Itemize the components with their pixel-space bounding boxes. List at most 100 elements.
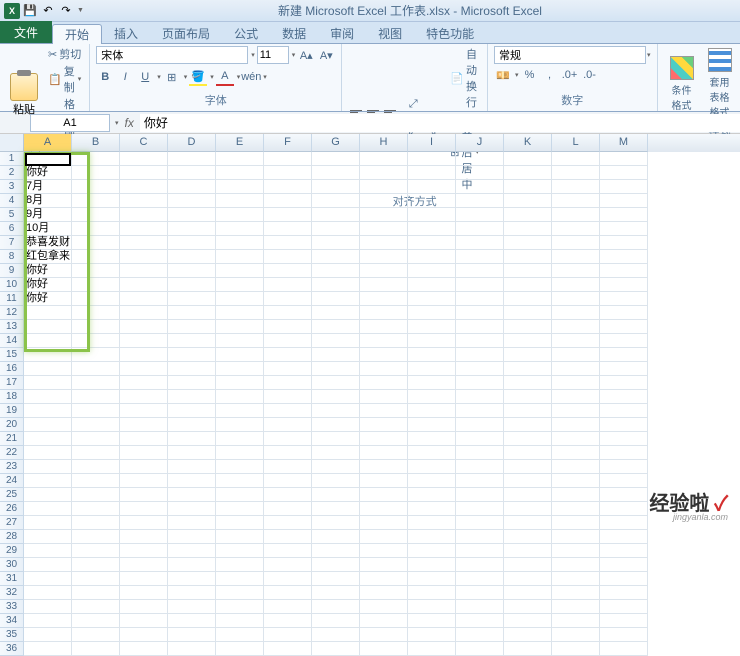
formula-input[interactable]	[140, 114, 740, 132]
cell[interactable]	[264, 348, 312, 362]
cell[interactable]	[312, 614, 360, 628]
cell[interactable]	[504, 180, 552, 194]
cell[interactable]	[408, 236, 456, 250]
cell[interactable]: 9月	[24, 208, 72, 222]
cell[interactable]	[360, 474, 408, 488]
cell[interactable]	[600, 334, 648, 348]
cell[interactable]	[408, 488, 456, 502]
cell[interactable]	[216, 572, 264, 586]
column-header[interactable]: E	[216, 134, 264, 152]
cell[interactable]	[120, 516, 168, 530]
cell[interactable]	[504, 222, 552, 236]
cell[interactable]	[168, 166, 216, 180]
cell[interactable]	[600, 278, 648, 292]
undo-icon[interactable]: ↶	[40, 3, 56, 19]
cell[interactable]	[216, 390, 264, 404]
cell[interactable]	[72, 544, 120, 558]
cell[interactable]	[504, 628, 552, 642]
cell[interactable]	[168, 390, 216, 404]
cell[interactable]	[552, 390, 600, 404]
cell[interactable]	[216, 292, 264, 306]
font-color-button[interactable]: A	[216, 68, 234, 86]
cell[interactable]	[168, 250, 216, 264]
cell[interactable]	[312, 390, 360, 404]
cell[interactable]	[456, 572, 504, 586]
cell[interactable]	[504, 334, 552, 348]
cell[interactable]	[504, 642, 552, 656]
tab-home[interactable]: 开始	[52, 24, 102, 44]
cell[interactable]	[312, 474, 360, 488]
cell[interactable]	[456, 208, 504, 222]
cell[interactable]	[120, 558, 168, 572]
cell[interactable]	[552, 250, 600, 264]
cell[interactable]	[456, 166, 504, 180]
tab-file[interactable]: 文件	[0, 21, 52, 43]
cell[interactable]	[600, 516, 648, 530]
cell[interactable]	[456, 642, 504, 656]
cell[interactable]	[600, 208, 648, 222]
cell[interactable]	[504, 558, 552, 572]
cell[interactable]	[408, 250, 456, 264]
cell[interactable]	[72, 222, 120, 236]
cell[interactable]	[168, 642, 216, 656]
cell[interactable]	[312, 334, 360, 348]
cell[interactable]	[408, 390, 456, 404]
cell[interactable]	[456, 446, 504, 460]
cell[interactable]	[456, 250, 504, 264]
cell[interactable]	[168, 362, 216, 376]
cell[interactable]	[120, 530, 168, 544]
cell[interactable]	[24, 418, 72, 432]
cell[interactable]	[168, 348, 216, 362]
cell[interactable]	[600, 320, 648, 334]
cell[interactable]	[360, 320, 408, 334]
cell[interactable]	[312, 208, 360, 222]
cell[interactable]	[360, 222, 408, 236]
cell[interactable]	[600, 572, 648, 586]
cell[interactable]	[600, 166, 648, 180]
cell[interactable]	[552, 600, 600, 614]
cell[interactable]	[456, 334, 504, 348]
cell[interactable]	[408, 152, 456, 166]
cell[interactable]	[552, 586, 600, 600]
cell[interactable]	[216, 334, 264, 348]
cell[interactable]	[504, 166, 552, 180]
font-name-select[interactable]	[96, 46, 248, 64]
cell[interactable]	[216, 278, 264, 292]
cell[interactable]	[216, 460, 264, 474]
cell[interactable]	[24, 404, 72, 418]
row-header[interactable]: 20	[0, 418, 24, 432]
cell[interactable]	[552, 544, 600, 558]
cell[interactable]	[552, 362, 600, 376]
cell[interactable]	[600, 586, 648, 600]
cell[interactable]	[360, 306, 408, 320]
cell[interactable]	[456, 180, 504, 194]
cell[interactable]	[120, 446, 168, 460]
cell[interactable]	[168, 614, 216, 628]
cell[interactable]	[216, 586, 264, 600]
cell[interactable]	[216, 432, 264, 446]
cell[interactable]	[264, 320, 312, 334]
cell[interactable]	[312, 166, 360, 180]
cell[interactable]	[264, 390, 312, 404]
cell[interactable]: 恭喜发财	[24, 236, 72, 250]
row-header[interactable]: 2	[0, 166, 24, 180]
cell[interactable]	[168, 278, 216, 292]
redo-icon[interactable]: ↷	[58, 3, 74, 19]
wrap-text-button[interactable]: 📄 自动换行	[448, 46, 481, 110]
cell[interactable]	[72, 530, 120, 544]
row-header[interactable]: 30	[0, 558, 24, 572]
cell[interactable]	[216, 628, 264, 642]
cell[interactable]	[120, 362, 168, 376]
cell[interactable]	[24, 320, 72, 334]
cell[interactable]	[552, 334, 600, 348]
underline-button[interactable]: U	[136, 68, 154, 86]
cell[interactable]	[264, 628, 312, 642]
cell[interactable]	[72, 614, 120, 628]
cell[interactable]	[456, 320, 504, 334]
cell[interactable]	[120, 390, 168, 404]
cell[interactable]	[312, 320, 360, 334]
cell[interactable]	[600, 432, 648, 446]
row-header[interactable]: 31	[0, 572, 24, 586]
cell[interactable]	[120, 376, 168, 390]
cell[interactable]	[72, 558, 120, 572]
